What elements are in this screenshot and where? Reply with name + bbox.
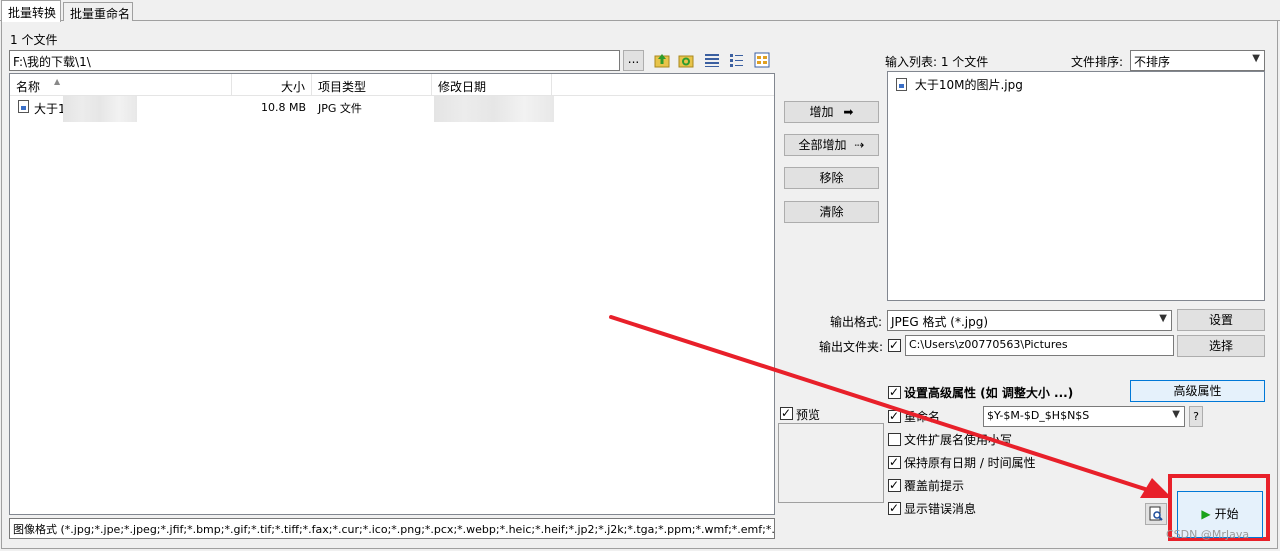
column-name[interactable]: 名称 ▲ — [10, 74, 232, 96]
keep-date-checkbox[interactable] — [888, 454, 901, 470]
rename-checkbox[interactable] — [888, 408, 901, 424]
refresh-icon[interactable] — [678, 52, 694, 68]
thumbnail-view-icon[interactable] — [754, 52, 770, 68]
file-size: 10.8 MB — [260, 101, 306, 114]
lowercase-ext-label: 文件扩展名使用小写 — [904, 433, 1013, 447]
chevron-down-icon: ▼ — [1252, 53, 1260, 64]
file-filter-select[interactable]: 图像格式 (*.jpg;*.jpe;*.jpeg;*.jfif;*.bmp;*.… — [9, 518, 775, 539]
input-list-label: 输入列表: 1 个文件 — [885, 55, 989, 69]
file-icon — [18, 100, 29, 114]
select-folder-button[interactable]: 选择 — [1177, 335, 1265, 357]
file-type: JPG 文件 — [318, 102, 362, 115]
start-button-label: 开始 — [1214, 507, 1239, 521]
table-row[interactable]: 大于1 10.8 MB JPG 文件 — [10, 96, 774, 122]
watermark: CSDN @MrJava — [1166, 528, 1250, 541]
sort-label: 文件排序: — [1071, 55, 1124, 69]
add-all-button-label: 全部增加 — [798, 138, 847, 152]
rename-pattern-value: $Y-$M-$D_$H$N$S — [987, 409, 1090, 422]
rename-help-button[interactable]: ? — [1189, 406, 1203, 427]
output-folder-label: 输出文件夹: — [819, 340, 884, 354]
path-input[interactable]: F:\我的下载\1\ — [9, 50, 620, 71]
list-item[interactable]: 大于10M的图片.jpg — [896, 76, 1023, 93]
output-format-value: JPEG 格式 (*.jpg) — [891, 315, 989, 329]
column-size[interactable]: 大小 — [232, 74, 312, 96]
list-view-icon[interactable] — [729, 52, 745, 68]
file-filter-value: 图像格式 (*.jpg;*.jpe;*.jpeg;*.jfif;*.bmp;*.… — [13, 523, 775, 536]
arrow-right-dashed-icon: ⇢ — [854, 138, 865, 152]
file-icon — [896, 78, 907, 91]
redacted-name — [63, 96, 137, 122]
sort-value: 不排序 — [1134, 55, 1171, 69]
rename-label: 重命名 — [904, 410, 941, 424]
show-errors-checkbox[interactable] — [888, 500, 901, 516]
lowercase-ext-checkbox[interactable] — [888, 433, 901, 446]
clear-button[interactable]: 清除 — [784, 201, 879, 223]
file-name: 大于1 — [34, 102, 66, 116]
preview-output-button[interactable] — [1145, 503, 1167, 525]
redacted-date — [434, 96, 554, 122]
play-icon: ▶ — [1201, 507, 1211, 521]
format-settings-button[interactable]: 设置 — [1177, 309, 1265, 331]
keep-date-label: 保持原有日期 / 时间属性 — [904, 456, 1036, 470]
preview-checkbox[interactable] — [780, 405, 793, 421]
overwrite-prompt-checkbox[interactable] — [888, 477, 901, 493]
overwrite-prompt-label: 覆盖前提示 — [904, 479, 965, 493]
preview-label: 预览 — [796, 408, 821, 422]
file-list-header: 名称 ▲ 大小 项目类型 修改日期 — [10, 74, 774, 96]
advanced-options-label: 设置高级属性 (如 调整大小 ...) — [904, 386, 1074, 400]
advanced-options-checkbox[interactable] — [888, 384, 901, 400]
input-list-item-label: 大于10M的图片.jpg — [914, 78, 1023, 92]
tab-batch-rename[interactable]: 批量重命名 — [63, 2, 133, 21]
column-type[interactable]: 项目类型 — [312, 74, 432, 96]
details-view-icon[interactable] — [704, 52, 720, 68]
preview-pane — [778, 423, 884, 503]
output-folder-input[interactable]: C:\Users\z00770563\Pictures — [905, 335, 1174, 356]
remove-button[interactable]: 移除 — [784, 167, 879, 189]
tab-batch-convert[interactable]: 批量转换 — [1, 0, 61, 22]
sort-ascending-icon: ▲ — [54, 77, 61, 86]
magnifier-icon — [1149, 506, 1163, 521]
add-all-button[interactable]: 全部增加 ⇢ — [784, 134, 879, 156]
output-folder-checkbox[interactable] — [888, 337, 901, 353]
output-format-label: 输出格式: — [830, 315, 883, 329]
chevron-down-icon: ▼ — [1159, 313, 1167, 324]
file-count-label: 1 个文件 — [10, 33, 58, 47]
folder-up-icon[interactable] — [654, 52, 670, 68]
advanced-properties-button[interactable]: 高级属性 — [1130, 380, 1265, 402]
chevron-down-icon: ▼ — [1172, 409, 1180, 420]
browse-button[interactable]: ... — [623, 50, 644, 71]
output-format-select[interactable]: JPEG 格式 (*.jpg) ▼ — [887, 310, 1172, 331]
file-list[interactable]: 名称 ▲ 大小 项目类型 修改日期 大于1 10.8 MB JPG 文件 — [9, 73, 775, 515]
input-list[interactable]: 大于10M的图片.jpg — [887, 71, 1265, 301]
sort-select[interactable]: 不排序 ▼ — [1130, 50, 1265, 71]
arrow-right-icon: ➡ — [843, 105, 854, 119]
show-errors-label: 显示错误消息 — [904, 502, 977, 516]
add-button[interactable]: 增加 ➡ — [784, 101, 879, 123]
rename-pattern-select[interactable]: $Y-$M-$D_$H$N$S ▼ — [983, 406, 1185, 427]
column-date[interactable]: 修改日期 — [432, 74, 552, 96]
column-name-label: 名称 — [16, 80, 41, 94]
tab-strip: 批量转换 批量重命名 — [0, 0, 1280, 22]
add-button-label: 增加 — [809, 105, 834, 119]
